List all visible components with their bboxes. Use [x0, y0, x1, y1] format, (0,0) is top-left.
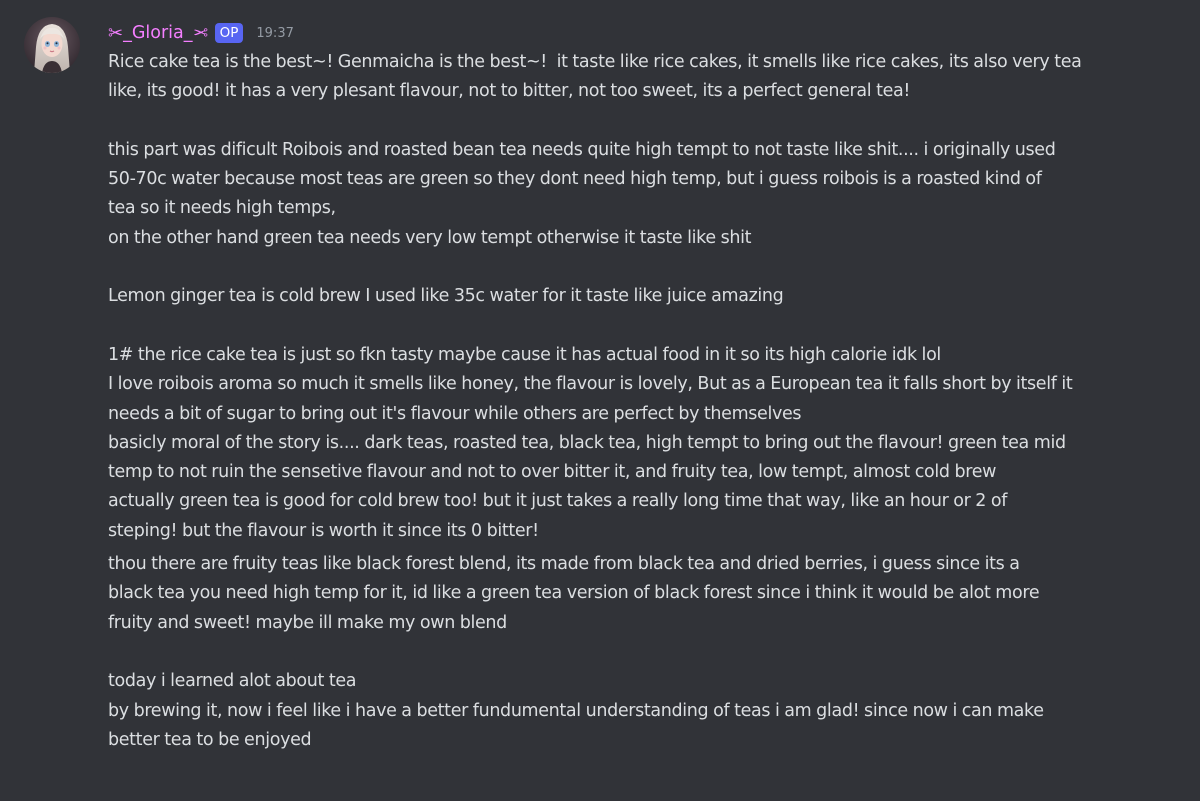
message-line: fruity and sweet! maybe ill make my own …	[108, 612, 507, 633]
timestamp[interactable]: 19:37	[256, 26, 293, 41]
message-paragraph: Lemon ginger tea is cold brew I used lik…	[108, 282, 1188, 311]
message-line: tea so it needs high temps,	[108, 198, 336, 219]
message-paragraph: today i learned alot about tea by brewin…	[108, 667, 1188, 755]
message-line: needs a bit of sugar to bring out it's f…	[108, 403, 802, 424]
message-line: like, its good! it has a very plesant fl…	[108, 81, 911, 102]
message-line: temp to not ruin the sensetive flavour a…	[108, 462, 997, 483]
message-line: 1# the rice cake tea is just so fkn tast…	[108, 344, 941, 365]
message-paragraph: thou there are fruity teas like black fo…	[108, 550, 1188, 638]
avatar[interactable]	[24, 17, 80, 73]
message-paragraph: Rice cake tea is the best~! Genmaicha is…	[108, 48, 1188, 107]
message-line: on the other hand green tea needs very l…	[108, 227, 752, 248]
username-text: _Gloria_	[123, 23, 193, 43]
message-line: this part was dificult Roibois and roast…	[108, 139, 1056, 160]
message-line: thou there are fruity teas like black fo…	[108, 554, 1020, 575]
message-line: I love roibois aroma so much it smells l…	[108, 374, 1073, 395]
message-line: better tea to be enjoyed	[108, 729, 312, 750]
message-line: today i learned alot about tea	[108, 671, 357, 692]
scissors-icon: ✂	[192, 22, 208, 44]
op-badge: OP	[214, 23, 244, 43]
message-line: steping! but the flavour is worth it sin…	[108, 520, 539, 541]
chat-message: ✂ _Gloria_ ✂ OP 19:37 Rice cake tea is the…	[0, 0, 1200, 801]
message-line: Lemon ginger tea is cold brew I used lik…	[108, 286, 784, 307]
scissors-icon: ✂	[108, 22, 124, 44]
message-paragraph: 1# the rice cake tea is just so fkn tast…	[108, 341, 1188, 546]
message-line: 50-70c water because most teas are green…	[108, 169, 1042, 190]
message-line: black tea you need high temp for it, id …	[108, 583, 1040, 604]
message-paragraph: this part was dificult Roibois and roast…	[108, 136, 1188, 253]
message-header: ✂ _Gloria_ ✂ OP 19:37	[108, 20, 294, 46]
avatar-anime-girl-icon	[24, 17, 80, 73]
username[interactable]: ✂ _Gloria_ ✂	[108, 23, 208, 44]
message-line: basicly moral of the story is.... dark t…	[108, 432, 1066, 453]
message-content: Rice cake tea is the best~! Genmaicha is…	[108, 48, 1188, 755]
message-line: by brewing it, now i feel like i have a …	[108, 700, 1044, 721]
message-line: actually green tea is good for cold brew…	[108, 491, 1008, 512]
message-line: Rice cake tea is the best~! Genmaicha is…	[108, 52, 1082, 72]
